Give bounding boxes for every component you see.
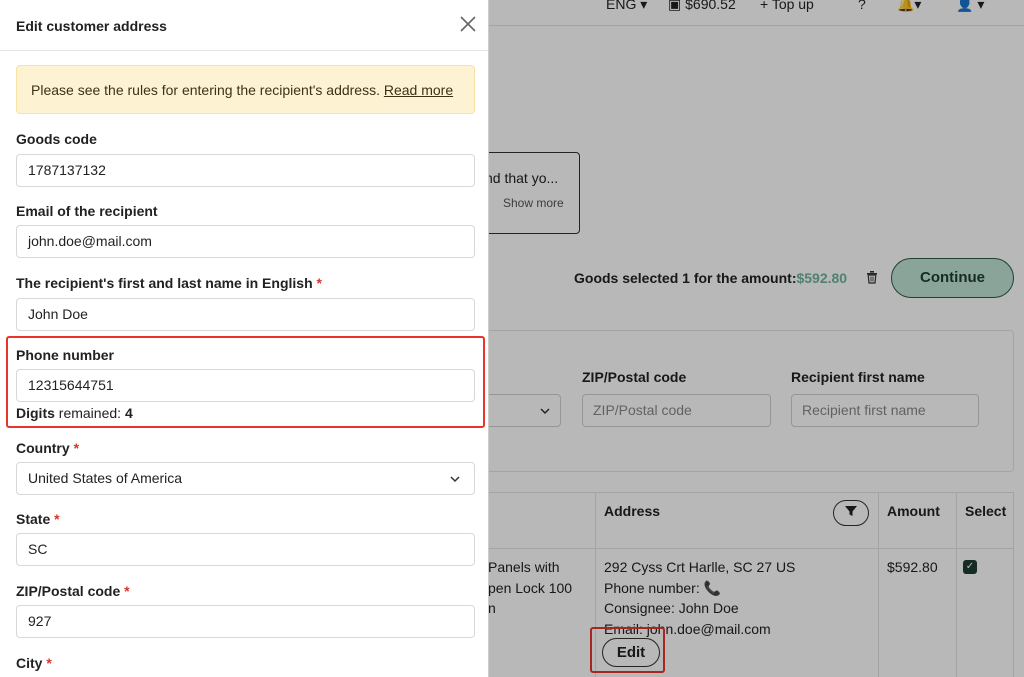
read-more-link[interactable]: Read more <box>384 82 453 98</box>
close-icon[interactable] <box>458 14 478 34</box>
address-rules-alert: Please see the rules for entering the re… <box>16 65 475 114</box>
goods-code-input[interactable]: 1787137132 <box>16 154 475 187</box>
edit-address-modal: Edit customer address Please see the rul… <box>0 0 489 677</box>
city-label: City * <box>16 655 52 671</box>
state-label: State * <box>16 511 60 527</box>
modal-header: Edit customer address <box>0 0 488 51</box>
state-input[interactable]: SC <box>16 533 475 566</box>
country-selected-value: United States of America <box>28 470 183 486</box>
phone-highlight-box <box>6 336 485 428</box>
alert-text: Please see the rules for entering the re… <box>31 82 380 98</box>
email-label: Email of the recipient <box>16 203 158 219</box>
modal-title: Edit customer address <box>16 18 167 34</box>
name-label: The recipient's first and last name in E… <box>16 275 322 291</box>
chevron-down-icon <box>450 476 460 483</box>
country-select[interactable]: United States of America <box>16 462 475 495</box>
country-label: Country * <box>16 440 80 456</box>
email-input[interactable]: john.doe@mail.com <box>16 225 475 258</box>
zip-label: ZIP/Postal code * <box>16 583 130 599</box>
name-input[interactable]: John Doe <box>16 298 475 331</box>
zip-input[interactable]: 927 <box>16 605 475 638</box>
goods-code-label: Goods code <box>16 131 97 147</box>
